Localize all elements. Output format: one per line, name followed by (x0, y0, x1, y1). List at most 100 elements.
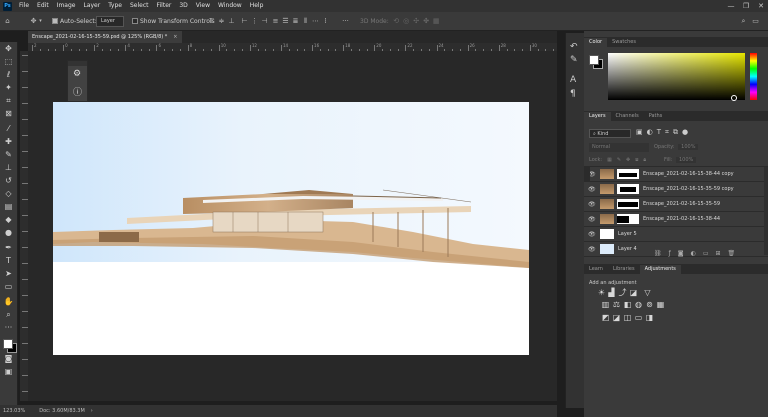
path-selection-tool-icon[interactable]: ➤ (3, 269, 14, 279)
info-icon[interactable]: ⓘ (73, 85, 82, 98)
screen-mode-icon[interactable]: ▣ (3, 367, 14, 377)
move-tool-icon[interactable]: ✥ (3, 44, 14, 54)
color-field[interactable] (608, 53, 745, 101)
character-panel-icon[interactable]: A (570, 75, 576, 85)
history-brush-tool-icon[interactable]: ↺ (3, 176, 14, 186)
dodge-tool-icon[interactable]: ● (3, 228, 14, 238)
distribute-vcenter-icon[interactable]: ☰ (282, 17, 289, 25)
align-hcenter-icon[interactable]: ⋮ (251, 17, 258, 25)
brush-settings-icon[interactable]: ✎ (570, 55, 578, 65)
menu-type[interactable]: Type (104, 0, 126, 12)
document-canvas[interactable] (53, 102, 529, 355)
tab-adjustments[interactable]: Adjustments (639, 265, 681, 274)
menu-view[interactable]: View (192, 0, 214, 12)
add-mask-icon[interactable]: ◙ (678, 250, 684, 257)
history-panel-icon[interactable]: ↶ (570, 42, 578, 52)
vibrance-icon[interactable]: ▽ (643, 289, 652, 297)
menu-window[interactable]: Window (214, 0, 246, 12)
3d-pan-icon[interactable]: ✣ (413, 17, 420, 25)
auto-select-dropdown[interactable]: Layer (96, 15, 124, 27)
zoom-level[interactable]: 123.03% (3, 408, 25, 414)
quick-mask-icon[interactable]: ◙ (3, 354, 14, 364)
3d-roll-icon[interactable]: ◎ (403, 17, 410, 25)
filter-type-icon[interactable]: T (657, 128, 661, 137)
align-top-icon[interactable]: ⊤ (208, 17, 215, 25)
lasso-tool-icon[interactable]: ℓ (3, 70, 14, 80)
rectangle-tool-icon[interactable]: ▭ (3, 282, 14, 292)
filter-adjustment-icon[interactable]: ◐ (647, 128, 653, 137)
menu-layer[interactable]: Layer (79, 0, 104, 12)
crop-tool-icon[interactable]: ⌗ (3, 96, 14, 106)
frame-tool-icon[interactable]: ⊠ (3, 109, 14, 119)
fill-input[interactable]: 100% (675, 157, 697, 163)
home-icon[interactable]: ⌂ (4, 17, 11, 25)
tab-swatches[interactable]: Swatches (607, 38, 641, 47)
color-lookup-icon[interactable]: ▦ (656, 301, 665, 309)
color-balance-icon[interactable]: ⚖ (612, 301, 621, 309)
threshold-icon[interactable]: ◫ (623, 314, 632, 322)
color-swatches[interactable] (2, 338, 17, 353)
menu-3d[interactable]: 3D (175, 0, 191, 12)
hand-tool-icon[interactable]: ✋ (3, 297, 14, 307)
zoom-tool-icon[interactable]: ⌕ (3, 310, 14, 320)
lock-all-icon[interactable]: 🔒︎ (643, 157, 646, 163)
visibility-eye-icon[interactable]: 👁︎ (588, 186, 596, 193)
document-tab[interactable]: Enscape_2021-02-16-15-35-59.psd @ 125% (… (28, 31, 182, 43)
menu-edit[interactable]: Edit (33, 0, 53, 12)
tab-color[interactable]: Color (584, 38, 608, 47)
curves-icon[interactable]: ⤴ (618, 289, 627, 297)
document-tab-close-icon[interactable]: × (173, 34, 177, 40)
selective-color-icon[interactable]: ◨ (645, 314, 654, 322)
invert-icon[interactable]: ◩ (601, 314, 610, 322)
lock-transparent-icon[interactable]: ▦ (607, 157, 612, 163)
tab-channels[interactable]: Channels (611, 112, 644, 121)
menu-help[interactable]: Help (246, 0, 268, 12)
distribute-top-icon[interactable]: ≡ (272, 17, 279, 25)
lock-image-icon[interactable]: ✎ (617, 157, 621, 163)
move-tool-preset-icon[interactable]: ✥ (30, 17, 37, 25)
lock-position-icon[interactable]: ✥ (626, 157, 630, 163)
tab-paths[interactable]: Paths (644, 112, 668, 121)
status-menu-arrow[interactable]: › (91, 408, 93, 414)
distribute-bottom-icon[interactable]: ≣ (292, 17, 299, 25)
brightness-contrast-icon[interactable]: ☀ (597, 289, 606, 297)
menu-filter[interactable]: Filter (153, 0, 176, 12)
color-panel-swatches[interactable] (589, 55, 603, 69)
tab-libraries[interactable]: Libraries (608, 265, 640, 274)
eyedropper-tool-icon[interactable]: ⁄ (3, 124, 14, 134)
search-icon[interactable]: ⌕ (740, 17, 747, 25)
filter-toggle-icon[interactable]: ● (682, 128, 688, 137)
align-left-icon[interactable]: ⊢ (241, 17, 248, 25)
gradient-map-icon[interactable]: ▭ (634, 314, 643, 322)
mini-panel-grip[interactable] (68, 61, 87, 66)
new-adjustment-icon[interactable]: ◐ (691, 250, 696, 257)
3d-orbit-icon[interactable]: ⟲ (393, 17, 400, 25)
distribute-hcenter-icon[interactable]: ⋯ (312, 17, 319, 25)
link-layers-icon[interactable]: ⛓︎ (654, 250, 662, 257)
filter-pixel-icon[interactable]: ▣ (636, 128, 643, 137)
3d-scale-icon[interactable]: ▦ (433, 17, 440, 25)
more-tools-icon[interactable]: ··· (3, 323, 14, 333)
new-layer-icon[interactable]: ⊞ (716, 250, 721, 257)
blur-tool-icon[interactable]: ◆ (3, 215, 14, 225)
gradient-tool-icon[interactable]: ▤ (3, 202, 14, 212)
foreground-color-swatch[interactable] (3, 339, 13, 349)
menu-image[interactable]: Image (53, 0, 80, 12)
channel-mixer-icon[interactable]: ⊚ (645, 301, 654, 309)
type-tool-icon[interactable]: T (3, 256, 14, 266)
photo-filter-icon[interactable]: ◍ (634, 301, 643, 309)
layers-scrollbar[interactable] (764, 167, 768, 255)
hue-saturation-icon[interactable]: ▥ (601, 301, 610, 309)
photoshop-logo[interactable]: Ps (3, 1, 12, 11)
pen-tool-icon[interactable]: ✒ (3, 243, 14, 253)
hue-slider[interactable] (750, 53, 757, 100)
close-window-button[interactable]: ✕ (754, 0, 768, 12)
align-bottom-icon[interactable]: ⊥ (228, 17, 235, 25)
layer-style-icon[interactable]: ƒ (669, 250, 671, 257)
new-group-icon[interactable]: ▭ (703, 250, 709, 257)
marquee-tool-icon[interactable]: ⬚ (3, 57, 14, 67)
layer-row[interactable]: 👁︎ Layer 5 (584, 226, 768, 241)
layer-row[interactable]: 👁︎ Enscape_2021-02-16-15-35-59 copy (584, 181, 768, 196)
menu-file[interactable]: File (15, 0, 33, 12)
paragraph-panel-icon[interactable]: ¶ (570, 89, 576, 99)
